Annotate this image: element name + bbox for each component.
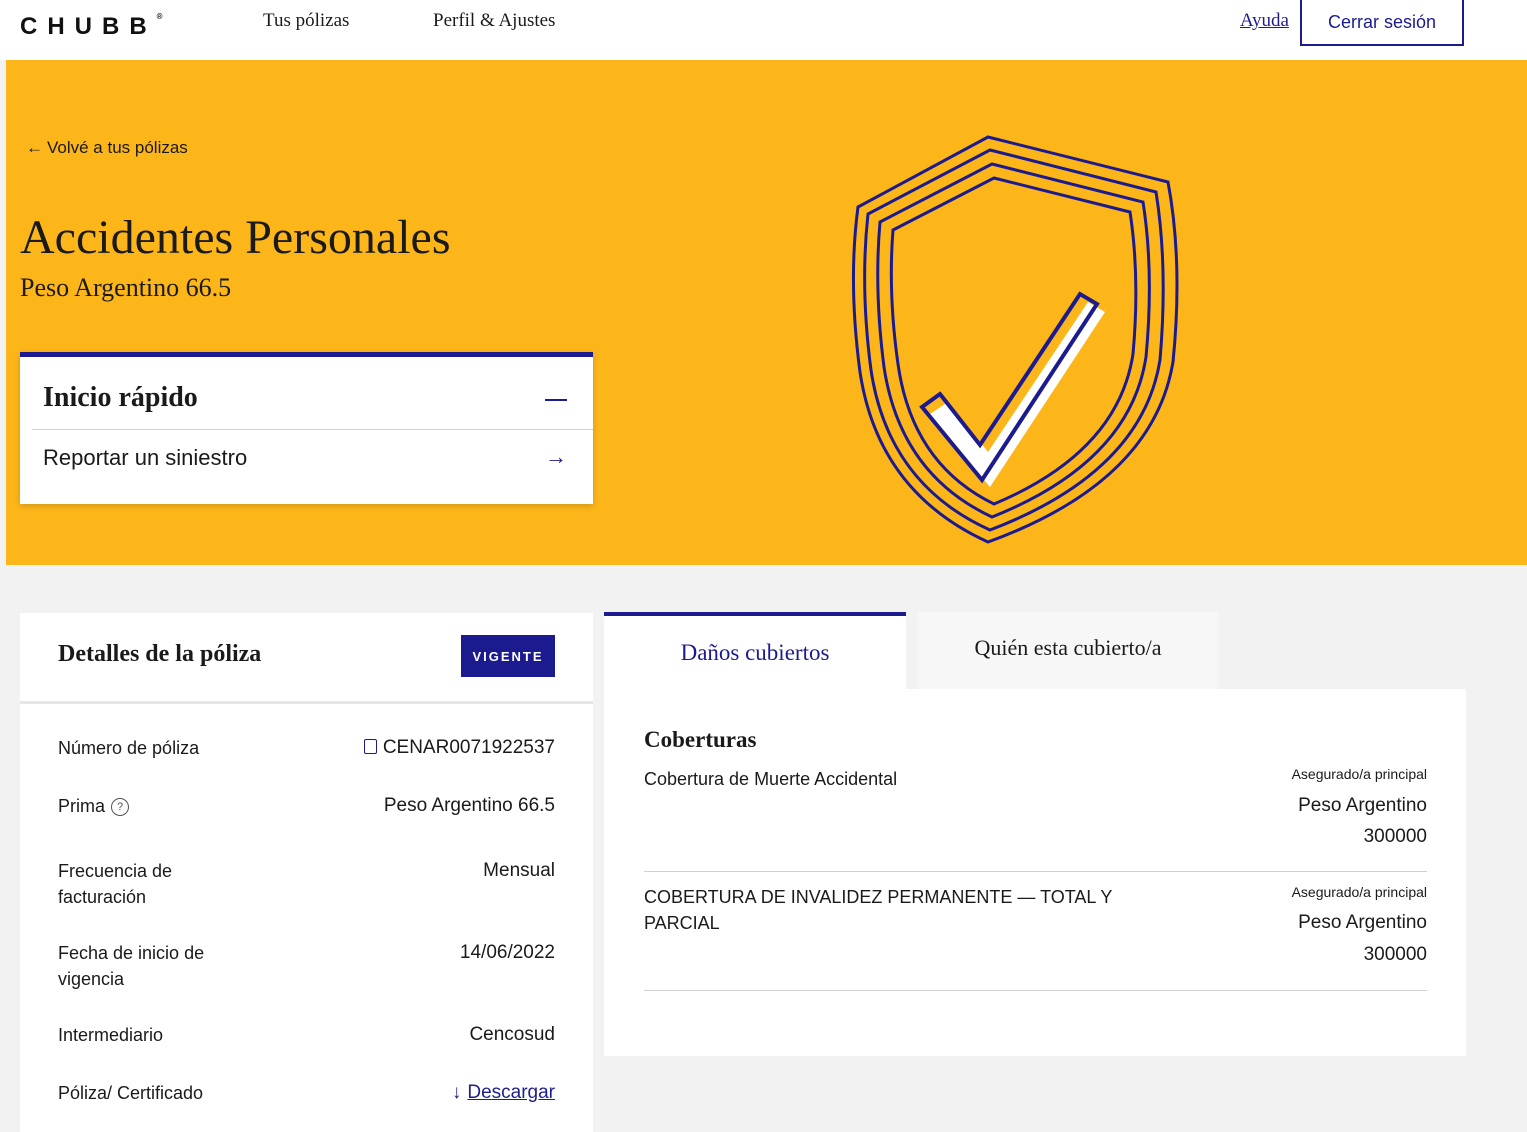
help-question-icon[interactable]: ?: [111, 798, 130, 817]
coverage-name: Cobertura de Muerte Accidental: [644, 769, 898, 789]
report-claim-link[interactable]: Reportar un siniestro →: [20, 430, 593, 490]
status-badge: VIGENTE: [461, 635, 555, 677]
detail-label: Fecha de inicio de vigencia: [58, 943, 205, 989]
coverage-currency: Peso Argentino: [1298, 912, 1427, 933]
coverage-amount: 300000: [1363, 944, 1427, 965]
nav-link-profile-settings[interactable]: Perfil & Ajustes: [433, 10, 555, 32]
start-date-value: 14/06/2022: [459, 942, 555, 963]
billing-frequency-value: Mensual: [483, 860, 555, 881]
quick-start-title: Inicio rápido: [43, 382, 198, 413]
page-subtitle: Peso Argentino 66.5: [20, 273, 232, 302]
help-link[interactable]: Ayuda: [1240, 10, 1289, 32]
coverage-item: Cobertura de Muerte Accidental Asegurado…: [644, 766, 1427, 872]
download-icon: ↓: [451, 1082, 462, 1103]
detail-label: Intermediario: [58, 1025, 164, 1045]
coverage-name: COBERTURA DE INVALIDEZ PERMANENTE — TOTA…: [644, 887, 1113, 933]
detail-label: Número de póliza: [58, 738, 200, 758]
detail-label: Póliza/ Certificado: [58, 1083, 204, 1103]
policy-details-title: Detalles de la póliza: [58, 641, 262, 667]
coverage-item: COBERTURA DE INVALIDEZ PERMANENTE — TOTA…: [644, 884, 1427, 991]
shield-check-illustration: [851, 135, 1179, 544]
detail-label: Prima?: [58, 793, 238, 819]
tab-who-is-covered[interactable]: Quién esta cubierto/a: [918, 612, 1218, 689]
arrow-right-icon: →: [545, 444, 567, 469]
collapse-minus-icon[interactable]: [545, 399, 567, 401]
back-to-policies-link[interactable]: ← Volvé a tus pólizas: [26, 138, 188, 158]
coverage-amount: 300000: [1363, 826, 1427, 847]
arrow-left-icon: ←: [26, 138, 43, 157]
coverage-currency: Peso Argentino: [1298, 795, 1427, 816]
page-title: Accidentes Personales: [20, 211, 451, 264]
top-navigation-bar: CHUBB® Tus pólizas Perfil & Ajustes Ayud…: [0, 0, 1527, 60]
intermediary-value: Cencosud: [469, 1024, 555, 1045]
report-claim-label: Reportar un siniestro: [43, 445, 248, 470]
coverage-insured-label: Asegurado/a principal: [1291, 766, 1427, 782]
coverage-panel: Coberturas Cobertura de Muerte Accidenta…: [604, 689, 1466, 1056]
download-link[interactable]: ↓ Descargar: [452, 1080, 555, 1106]
hero-banner: ← Volvé a tus pólizas Accidentes Personal…: [6, 60, 1527, 565]
quick-start-card: Inicio rápido Reportar un siniestro →: [20, 352, 593, 504]
policy-number-value[interactable]: CENAR0071922537: [363, 735, 555, 761]
logout-button[interactable]: Cerrar sesión: [1300, 0, 1464, 46]
back-link-label: Volvé a tus pólizas: [47, 138, 188, 157]
nav-link-policies[interactable]: Tus pólizas: [263, 10, 349, 32]
premium-value: Peso Argentino 66.5: [383, 795, 555, 816]
tab-covered-damages[interactable]: Daños cubiertos: [604, 612, 906, 689]
policy-details-card: Detalles de la póliza VIGENTE Número de …: [20, 613, 593, 1132]
copy-icon[interactable]: [363, 739, 377, 755]
coverage-insured-label: Asegurado/a principal: [1291, 884, 1427, 900]
detail-label: Frecuencia de facturación: [58, 861, 173, 907]
coverage-heading: Coberturas: [644, 727, 757, 752]
policy-details-header: Detalles de la póliza VIGENTE: [20, 613, 593, 704]
chubb-logo[interactable]: CHUBB®: [20, 12, 163, 41]
